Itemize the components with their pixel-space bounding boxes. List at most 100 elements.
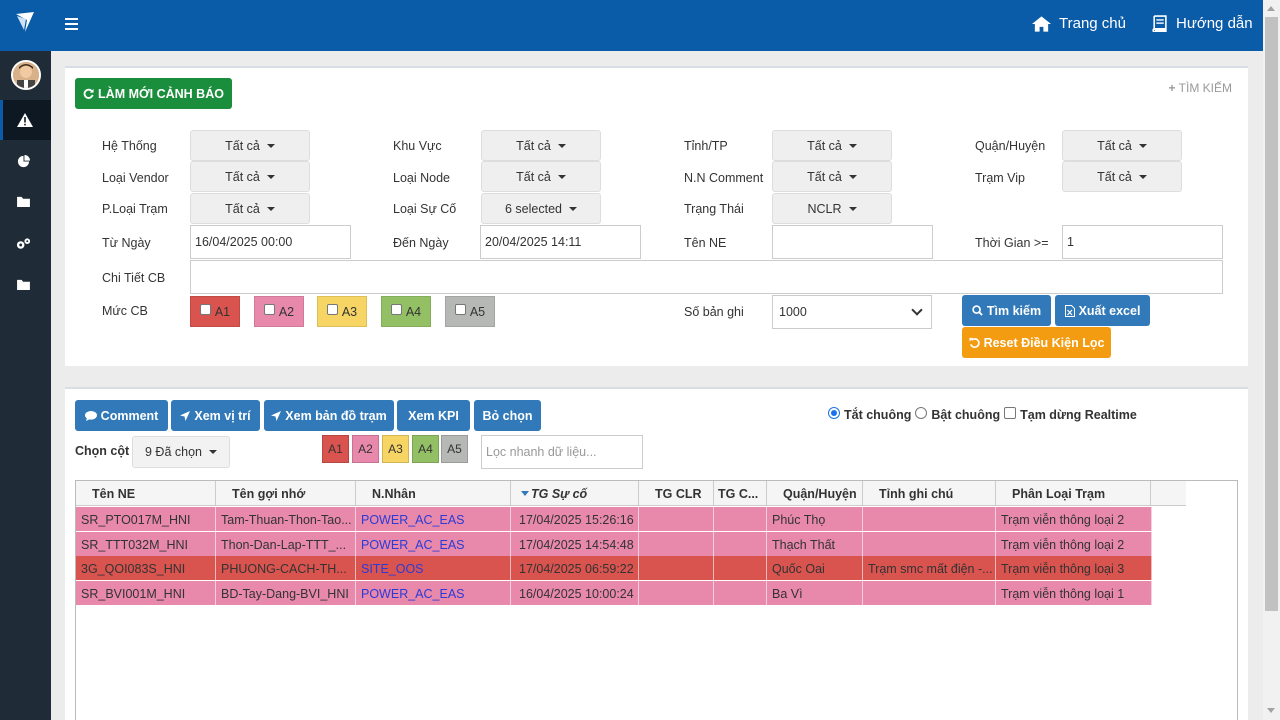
pause-realtime-checkbox[interactable]	[1004, 407, 1017, 419]
choose-columns-value: 9 Đã chọn	[145, 445, 202, 459]
level-a2-checkbox[interactable]: A2	[254, 296, 304, 327]
caret-down-icon	[266, 206, 275, 211]
cell-cause[interactable]: POWER_AC_EAS	[356, 507, 511, 532]
caret-down-icon	[848, 174, 857, 179]
table-row[interactable]: SR_TTT032M_HNI Thon-Dan-Lap-TTT_... POWE…	[76, 532, 1152, 557]
sidebar-item-alarms[interactable]	[0, 100, 51, 140]
home-link[interactable]: Trang chủ	[1032, 15, 1126, 32]
col-tinh-ghi-chu[interactable]: Tỉnh ghi chú	[863, 481, 996, 506]
den-ngay-input[interactable]: 20/04/2025 14:11	[480, 225, 641, 259]
col-tg-c[interactable]: TG C...	[714, 481, 767, 506]
col-ten-ne[interactable]: Tên NE	[76, 481, 216, 506]
quick-filter-a1[interactable]: A1	[322, 435, 349, 463]
user-avatar-icon	[13, 62, 39, 88]
level-a4-checkbox[interactable]: A4	[381, 296, 431, 327]
loai-node-dropdown[interactable]: Tất cả	[481, 161, 601, 192]
comment-button[interactable]: Comment	[75, 400, 168, 431]
quick-filter-a2[interactable]: A2	[352, 435, 379, 463]
sidebar-item-folder-1[interactable]	[0, 186, 51, 220]
avatar[interactable]	[11, 60, 41, 90]
scroll-down-icon[interactable]	[1267, 708, 1275, 713]
tu-ngay-input[interactable]: 16/04/2025 00:00	[190, 225, 351, 259]
loai-su-co-label: Loại Sự Cố	[393, 202, 457, 216]
sidebar-item-reports[interactable]	[0, 145, 51, 179]
page-scrollbar[interactable]	[1263, 0, 1280, 720]
checkbox-icon	[326, 304, 338, 315]
logo-icon	[16, 12, 34, 32]
view-station-map-label: Xem bản đồ trạm	[285, 408, 387, 423]
deselect-button[interactable]: Bỏ chọn	[474, 400, 541, 431]
cell-district: Thạch Thất	[767, 532, 863, 557]
so-ban-ghi-select[interactable]: 1000	[772, 295, 932, 329]
choose-columns-dropdown[interactable]: 9 Đã chọn	[132, 436, 230, 468]
view-station-map-button[interactable]: Xem bản đồ trạm	[264, 400, 394, 431]
table-row[interactable]: SR_BVI001M_HNI BD-Tay-Dang-BVI_HNI POWER…	[76, 581, 1152, 606]
col-quan-huyen[interactable]: Quận/Huyện	[767, 481, 863, 506]
brand-logo[interactable]	[0, 0, 51, 51]
level-a5-checkbox[interactable]: A5	[445, 296, 495, 327]
table-row[interactable]: SR_PTO017M_HNI Tam-Thuan-Thon-Tao... POW…	[76, 507, 1152, 532]
col-nguyen-nhan[interactable]: N.Nhân	[356, 481, 511, 506]
loai-su-co-dropdown[interactable]: 6 selected	[481, 193, 601, 224]
search-button[interactable]: Tìm kiếm	[962, 295, 1051, 326]
sidebar-item-settings[interactable]	[0, 227, 51, 261]
quick-a4-label: A4	[418, 442, 433, 456]
ploai-tram-dropdown[interactable]: Tất cả	[190, 193, 310, 224]
quick-filter-a5[interactable]: A5	[441, 435, 468, 463]
menu-toggle-icon[interactable]	[65, 18, 78, 30]
quick-filter-a3[interactable]: A3	[382, 435, 409, 463]
khu-vuc-dropdown[interactable]: Tất cả	[481, 130, 601, 161]
choose-columns-label: Chọn cột	[75, 444, 130, 458]
col-phan-loai-tram[interactable]: Phân Loại Trạm	[996, 481, 1151, 506]
chi-tiet-cb-input[interactable]	[190, 260, 1223, 294]
loai-vendor-dropdown[interactable]: Tất cả	[190, 161, 310, 192]
ten-ne-label: Tên NE	[684, 236, 727, 250]
trang-thai-dropdown[interactable]: NCLR	[772, 193, 892, 224]
refresh-alarms-button[interactable]: LÀM MỚI CẢNH BÁO	[75, 78, 232, 109]
guide-link[interactable]: Hướng dẫn	[1151, 15, 1253, 32]
search-toggle[interactable]: + TÌM KIẾM	[1169, 81, 1232, 95]
sidebar-item-folder-2[interactable]	[0, 269, 51, 303]
quick-filter-a4[interactable]: A4	[412, 435, 439, 463]
sound-off-label: Tắt chuông	[844, 408, 912, 422]
excel-file-icon	[1064, 304, 1075, 317]
quan-huyen-dropdown[interactable]: Tất cả	[1062, 130, 1182, 161]
cell-type: Trạm viễn thông loại 2	[996, 507, 1152, 532]
he-thong-dropdown[interactable]: Tất cả	[190, 130, 310, 161]
quick-a5-label: A5	[447, 442, 462, 456]
view-location-button[interactable]: Xem vị trí	[171, 400, 260, 431]
cell-cause[interactable]: POWER_AC_EAS	[356, 581, 511, 606]
loai-su-co-value: 6 selected	[505, 201, 562, 216]
thoi-gian-input[interactable]: 1	[1062, 225, 1223, 259]
cell-district: Ba Vì	[767, 581, 863, 606]
quick-filter-input[interactable]: Lọc nhanh dữ liệu...	[481, 435, 643, 469]
caret-down-icon	[848, 206, 857, 211]
col-tg-c-label: TG C...	[718, 486, 759, 501]
nn-comment-dropdown[interactable]: Tất cả	[772, 161, 892, 192]
cell-clr	[639, 556, 714, 581]
col-tg-clr[interactable]: TG CLR	[639, 481, 714, 506]
cell-tgc	[714, 532, 767, 557]
export-excel-button[interactable]: Xuất excel	[1055, 295, 1150, 326]
table-row[interactable]: 3G_QOI083S_HNI PHUONG-CACH-TH... SITE_OO…	[76, 556, 1152, 581]
reset-filter-button[interactable]: Reset Điều Kiện Lọc	[962, 327, 1111, 358]
tram-vip-dropdown[interactable]: Tất cả	[1062, 161, 1182, 192]
search-toggle-label: TÌM KIẾM	[1178, 81, 1232, 95]
cell-cause[interactable]: SITE_OOS	[356, 556, 511, 581]
level-a1-checkbox[interactable]: A1	[190, 296, 240, 327]
level-a3-checkbox[interactable]: A3	[317, 296, 367, 327]
left-sidebar	[0, 0, 51, 720]
pie-chart-icon	[17, 155, 30, 168]
view-kpi-button[interactable]: Xem KPI	[397, 400, 470, 431]
col-ten-goi-nho[interactable]: Tên gợi nhớ	[216, 481, 356, 506]
scroll-up-icon[interactable]	[1267, 6, 1275, 11]
col-tg-su-co[interactable]: TG Sự cố	[511, 481, 639, 506]
export-excel-label: Xuất excel	[1078, 303, 1141, 318]
cell-cause[interactable]: POWER_AC_EAS	[356, 532, 511, 557]
ten-ne-input[interactable]	[772, 225, 933, 259]
scroll-thumb[interactable]	[1265, 17, 1278, 611]
tinh-tp-dropdown[interactable]: Tất cả	[772, 130, 892, 161]
sound-on-radio[interactable]	[915, 407, 928, 419]
sound-off-radio[interactable]	[828, 407, 840, 419]
cell-note	[863, 507, 996, 532]
